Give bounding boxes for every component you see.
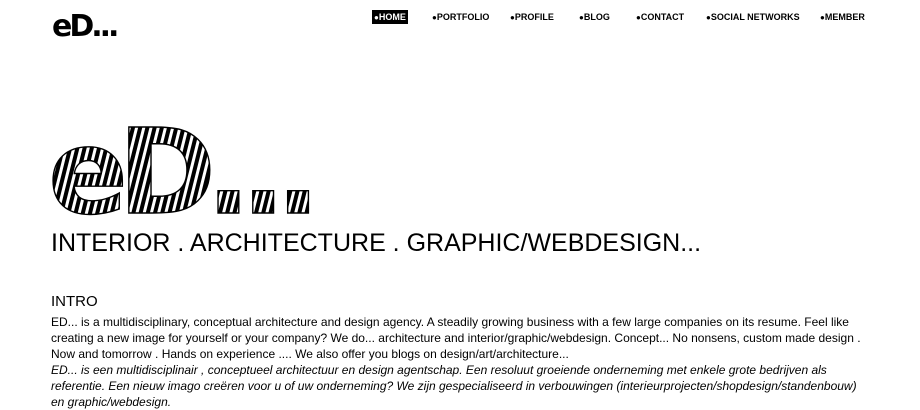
nav-label: PORTFOLIO (436, 12, 490, 22)
nav-member[interactable]: ●MEMBER (818, 10, 867, 24)
nav-profile[interactable]: ●PROFILE (508, 10, 556, 24)
nav-label: PROFILE (514, 12, 554, 22)
nav-social-networks[interactable]: ●SOCIAL NETWORKS (704, 10, 802, 24)
tagline: INTERIOR . ARCHITECTURE . GRAPHIC/WEBDES… (51, 229, 702, 257)
nav-label: BLOG (583, 12, 610, 22)
intro-text: ED... is a multidisciplinary, conceptual… (51, 314, 871, 410)
nav-label: CONTACT (640, 12, 685, 22)
nav-label: SOCIAL NETWORKS (710, 12, 800, 22)
nav-blog[interactable]: ●BLOG (577, 10, 612, 24)
nav-label: MEMBER (824, 12, 865, 22)
intro-paragraph-nl: ED... is een multidisciplinair , concept… (51, 363, 857, 409)
hero-logo-text: eD... (48, 113, 310, 221)
site-logo[interactable]: eD... (52, 8, 119, 46)
main-nav: ●HOME ●PORTFOLIO ●PROFILE ●BLOG ●CONTACT… (370, 10, 915, 26)
intro-heading: INTRO (51, 293, 98, 310)
hero-logo: eD... (48, 113, 321, 221)
intro-paragraph-en: ED... is a multidisciplinary, conceptual… (51, 315, 861, 361)
nav-portfolio[interactable]: ●PORTFOLIO (430, 10, 491, 24)
nav-label: HOME (378, 12, 406, 22)
nav-home[interactable]: ●HOME (372, 10, 408, 24)
nav-contact[interactable]: ●CONTACT (634, 10, 686, 24)
